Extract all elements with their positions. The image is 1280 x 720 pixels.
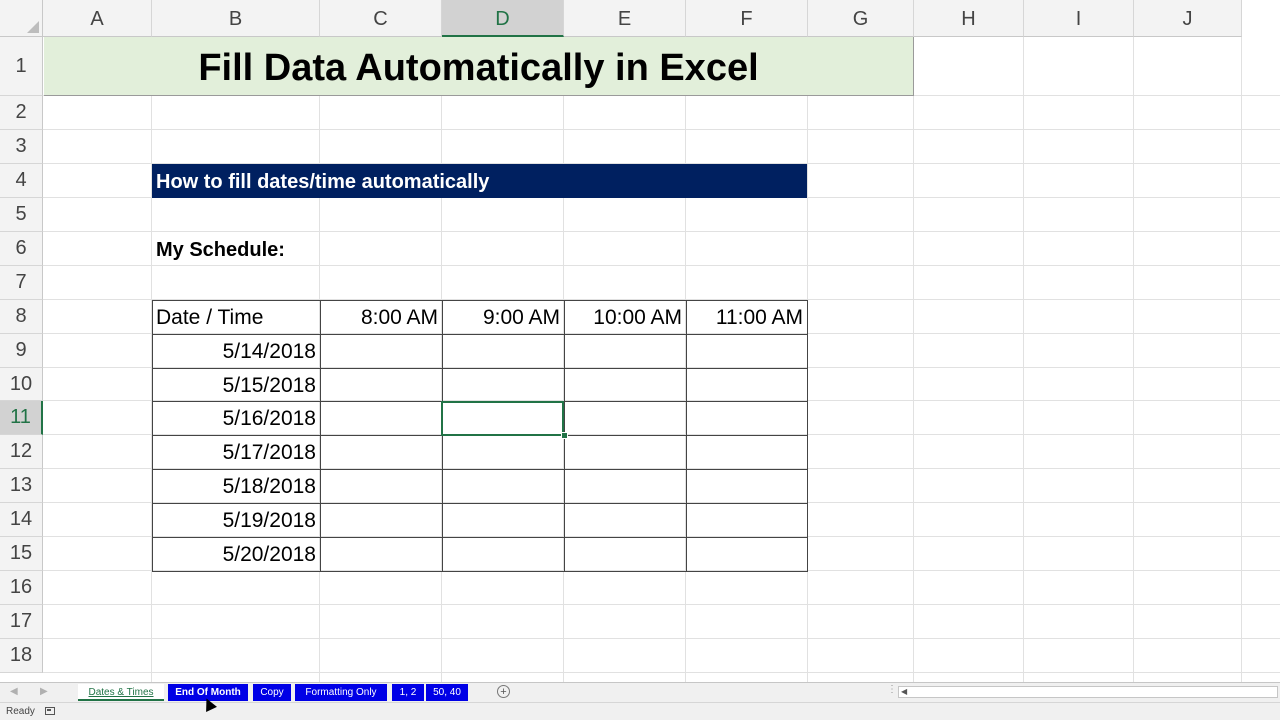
fill-handle[interactable] [561,432,568,439]
column-header-d[interactable]: D [442,0,564,37]
row-header-13[interactable]: 13 [0,469,43,503]
date-cell[interactable]: 5/15/2018 [152,368,320,401]
table-border-vertical [442,300,443,572]
scroll-left-icon[interactable]: ◀ [10,686,18,697]
row-header-2[interactable]: 2 [0,96,43,130]
scroll-right-icon[interactable]: ▶ [40,686,48,697]
macro-record-icon[interactable] [45,707,55,715]
column-header-i[interactable]: I [1024,0,1134,37]
row-header-16[interactable]: 16 [0,571,43,605]
row-header-12[interactable]: 12 [0,435,43,469]
horizontal-scrollbar[interactable]: ⋮ ◀ [887,684,1278,698]
sheet-tab[interactable]: 1, 2 [392,684,424,701]
row-header-17[interactable]: 17 [0,605,43,639]
status-bar: Ready [0,702,1280,720]
column-header-g[interactable]: G [808,0,914,37]
row-header-18[interactable]: 18 [0,639,43,673]
table-header-date-time[interactable]: Date / Time [152,300,324,334]
column-header-b[interactable]: B [152,0,320,37]
row-header-8[interactable]: 8 [0,300,43,334]
time-header[interactable]: 10:00 AM [564,300,686,334]
column-header-a[interactable]: A [43,0,152,37]
row-header-11[interactable]: 11 [0,401,43,435]
row-header-4[interactable]: 4 [0,164,43,198]
gridline-vertical [1241,37,1242,682]
sheet-title[interactable]: Fill Data Automatically in Excel [44,37,914,96]
row-header-6[interactable]: 6 [0,232,43,266]
time-header[interactable]: 8:00 AM [320,300,442,334]
status-text: Ready [6,706,35,717]
gridline-horizontal [43,129,1280,130]
table-border-horizontal [152,571,808,572]
gridline-horizontal [43,672,1280,673]
column-header-j[interactable]: J [1134,0,1242,37]
gridline-horizontal [43,604,1280,605]
row-header-5[interactable]: 5 [0,198,43,232]
sheet-tab[interactable]: Dates & Times [78,684,164,701]
date-cell[interactable]: 5/17/2018 [152,435,320,469]
column-header-c[interactable]: C [320,0,442,37]
row-header-14[interactable]: 14 [0,503,43,537]
date-cell[interactable]: 5/14/2018 [152,334,320,368]
row-header-3[interactable]: 3 [0,130,43,164]
table-border-vertical [807,300,808,572]
date-cell[interactable]: 5/18/2018 [152,469,320,503]
row-header-10[interactable]: 10 [0,368,43,401]
gridline-vertical [913,37,914,682]
row-header-9[interactable]: 9 [0,334,43,368]
schedule-label[interactable]: My Schedule: [156,232,285,266]
plus-circle-icon[interactable]: + [497,685,510,698]
table-border-vertical [686,300,687,572]
table-border-vertical [320,300,321,572]
time-header[interactable]: 9:00 AM [442,300,564,334]
row-header-7[interactable]: 7 [0,266,43,300]
gridline-horizontal [43,638,1280,639]
section-banner[interactable]: How to fill dates/time automatically [152,164,807,198]
date-cell[interactable]: 5/20/2018 [152,537,320,571]
column-header-f[interactable]: F [686,0,808,37]
spreadsheet-grid[interactable]: ABCDEFGHIJ 1 2 3 4 5 6 7 8 9 10 11 12 13 14 15 16 17 18 F… [0,0,1280,682]
splitter-handle[interactable]: ⋮ [887,684,897,695]
row-header-15[interactable]: 15 [0,537,43,571]
column-header-h[interactable]: H [914,0,1024,37]
sheet-tab[interactable]: 50, 40 [426,684,468,701]
scroll-arrow-left-icon[interactable]: ◀ [901,687,907,696]
gridline-vertical [1023,37,1024,682]
select-all-corner[interactable] [0,0,43,37]
time-header[interactable]: 11:00 AM [686,300,807,334]
row-header-1[interactable]: 1 [0,37,43,96]
sheet-tab-bar: ◀ ▶ Dates & Times End Of Month Copy Formatt… [0,682,1280,702]
date-cell[interactable]: 5/19/2018 [152,503,320,537]
date-cell[interactable]: 5/16/2018 [152,401,320,435]
column-header-e[interactable]: E [564,0,686,37]
sheet-tab[interactable]: Formatting Only [295,684,387,701]
gridline-vertical [1133,37,1134,682]
active-cell-d11[interactable] [441,401,564,436]
sheet-tab[interactable]: Copy [253,684,291,701]
